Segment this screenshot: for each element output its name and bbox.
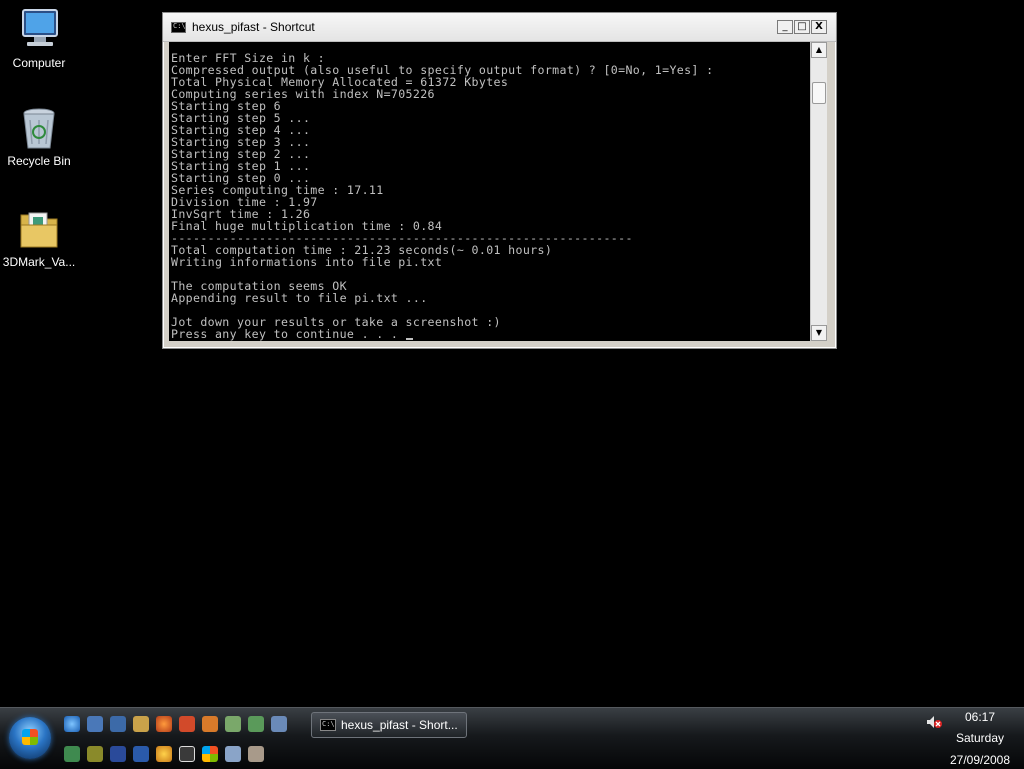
close-button[interactable]: X xyxy=(811,20,827,34)
folder-icon xyxy=(15,205,63,253)
probe-icon[interactable] xyxy=(87,746,103,762)
desktop-icon-3dmark[interactable]: 3DMark_Va... xyxy=(0,205,78,269)
start-button[interactable] xyxy=(9,717,51,759)
clock-time: 06:17 xyxy=(964,710,996,724)
desktop-icon-label: Computer xyxy=(12,56,66,70)
network-icon[interactable] xyxy=(133,716,149,732)
console-output[interactable]: Enter FFT Size in k : Compressed output … xyxy=(169,42,810,341)
minimize-button[interactable]: _ xyxy=(777,20,793,34)
scroll-down-arrow-icon[interactable]: ▼ xyxy=(811,325,827,341)
console-icon xyxy=(320,719,336,731)
play-icon[interactable] xyxy=(179,746,195,762)
media-player-icon[interactable] xyxy=(179,716,195,732)
explorer-icon[interactable] xyxy=(271,716,287,732)
maximize-button[interactable]: □ xyxy=(794,20,810,34)
window-titlebar[interactable]: hexus_pifast - Shortcut _ □ X xyxy=(163,13,836,42)
desktop-icon-label: 3DMark_Va... xyxy=(2,255,76,269)
internet-explorer-icon[interactable] xyxy=(64,716,80,732)
scroll-up-arrow-icon[interactable]: ▲ xyxy=(811,42,827,58)
cpu-utility-icon[interactable] xyxy=(225,746,241,762)
console-text: Enter FFT Size in k : Compressed output … xyxy=(171,51,714,341)
switch-windows-icon[interactable] xyxy=(110,716,126,732)
desktop-icon-computer[interactable]: Computer xyxy=(0,6,78,70)
recycle-bin-icon xyxy=(15,104,63,152)
fraps-icon[interactable] xyxy=(202,716,218,732)
image-viewer-icon[interactable] xyxy=(248,716,264,732)
firefox-icon[interactable] xyxy=(156,716,172,732)
taskbar-button-label: hexus_pifast - Short... xyxy=(341,718,458,732)
taskbar-button-hexus-pifast[interactable]: hexus_pifast - Short... xyxy=(311,712,467,738)
pll-icon[interactable] xyxy=(110,746,126,762)
clock-date: 27/09/2008 xyxy=(949,753,1011,767)
task-manager-icon[interactable] xyxy=(64,746,80,762)
computer-icon xyxy=(15,6,63,54)
console-window[interactable]: hexus_pifast - Shortcut _ □ X Enter FFT … xyxy=(162,12,837,349)
scrollbar-thumb[interactable] xyxy=(812,82,826,104)
cube-icon[interactable] xyxy=(225,716,241,732)
taskbar: hexus_pifast - Short... 06:17 Saturday 2… xyxy=(0,707,1024,769)
desktop-icon-recycle-bin[interactable]: Recycle Bin xyxy=(0,104,78,168)
windows-flag-icon[interactable] xyxy=(202,746,218,762)
vertical-scrollbar[interactable]: ▲ ▼ xyxy=(810,42,827,341)
benchmark-icon[interactable] xyxy=(133,746,149,762)
text-cursor xyxy=(405,338,413,340)
desktop-icon-label: Recycle Bin xyxy=(7,154,71,168)
show-desktop-icon[interactable] xyxy=(87,716,103,732)
gauge-icon[interactable] xyxy=(156,746,172,762)
user-tool-icon[interactable] xyxy=(248,746,264,762)
window-title: hexus_pifast - Shortcut xyxy=(192,20,315,34)
console-icon xyxy=(171,22,186,33)
clock-day: Saturday xyxy=(955,731,1005,745)
